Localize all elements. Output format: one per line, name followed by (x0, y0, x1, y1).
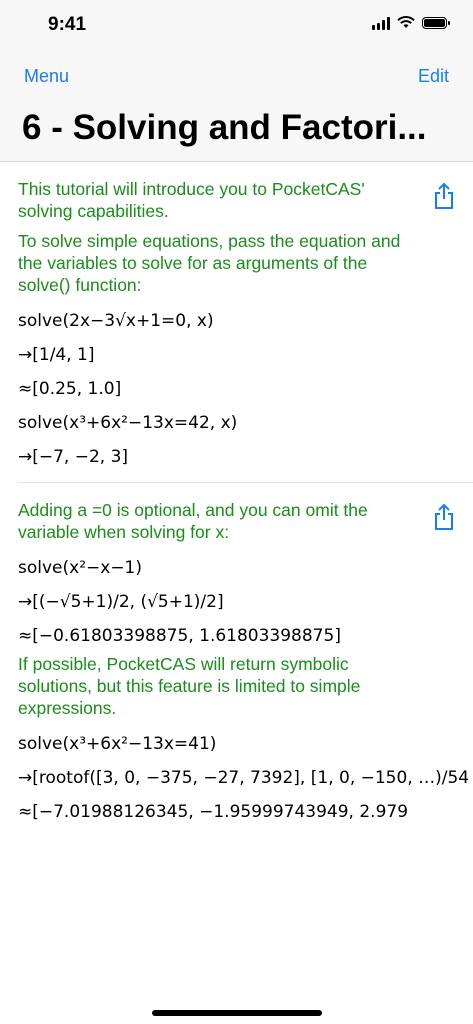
math-input[interactable]: solve(2x−3√x+1=0, x) (18, 304, 473, 338)
share-icon[interactable] (433, 503, 455, 531)
menu-button[interactable]: Menu (24, 66, 69, 87)
status-bar: 9:41 (0, 0, 473, 50)
worksheet-section: This tutorial will introduce you to Pock… (0, 162, 473, 482)
home-indicator[interactable] (152, 1010, 322, 1016)
math-approx: ≈[−0.61803398875, 1.61803398875] (18, 626, 341, 646)
navigation-bar: Menu Edit 6 - Solving and Factori... (0, 50, 473, 162)
math-input[interactable]: solve(x³+6x²−13x=42, x) (18, 406, 473, 440)
tutorial-text: This tutorial will introduce you to Pock… (18, 179, 365, 221)
math-approx: ≈[−7.01988126345, −1.95999743949, 2.979 (18, 802, 409, 822)
math-result: →[(−√5+1)/2, (√5+1)/2] (18, 592, 224, 612)
math-result: →[1/4, 1] (18, 345, 95, 365)
math-input[interactable]: solve(x²−x−1) (18, 551, 473, 585)
battery-icon (422, 17, 450, 29)
tutorial-text: Adding a =0 is optional, and you can omi… (18, 500, 368, 542)
status-icons (372, 16, 450, 30)
page-title: 6 - Solving and Factori... (22, 108, 427, 147)
cellular-signal-icon (372, 16, 390, 30)
tutorial-text: To solve simple equations, pass the equa… (18, 231, 401, 295)
math-approx: ≈[0.25, 1.0] (18, 379, 122, 399)
math-result: →[−7, −2, 3] (18, 447, 129, 467)
share-icon[interactable] (433, 182, 455, 210)
worksheet: This tutorial will introduce you to Pock… (0, 162, 473, 1024)
math-result: →[rootof([3, 0, −375, −27, 7392], [1, 0,… (18, 768, 470, 788)
worksheet-section: Adding a =0 is optional, and you can omi… (18, 482, 473, 837)
clock: 9:41 (48, 14, 87, 35)
edit-button[interactable]: Edit (418, 66, 449, 87)
math-input[interactable]: solve(x³+6x²−13x=41) (18, 727, 473, 761)
tutorial-text: If possible, PocketCAS will return symbo… (18, 654, 361, 718)
wifi-icon (397, 16, 415, 28)
